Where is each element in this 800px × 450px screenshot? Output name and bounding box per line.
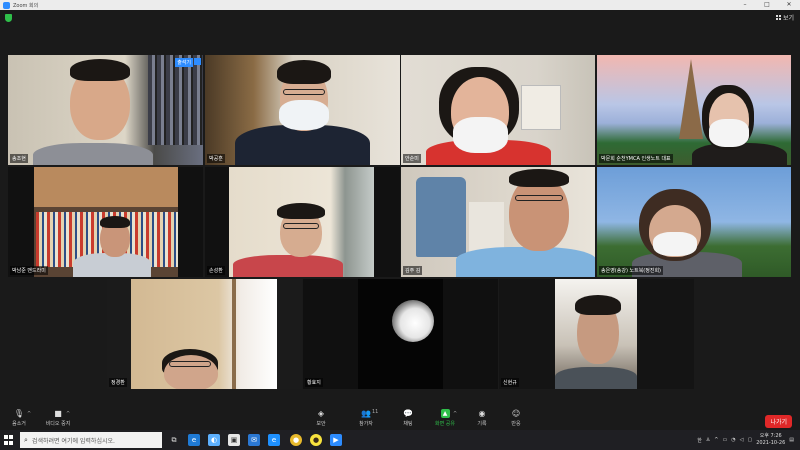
people-icon[interactable]: ♙ xyxy=(706,437,710,443)
windows-start-icon[interactable] xyxy=(4,435,14,445)
view-button[interactable]: 보기 xyxy=(775,13,794,22)
video-tile-10[interactable]: 황효지 xyxy=(303,279,498,389)
participant-name: 손성환 xyxy=(207,266,225,275)
video-tile-6[interactable]: 손성환 xyxy=(205,167,400,277)
taskbar-clock[interactable]: 오후 7:26 2021-10-26 xyxy=(756,433,785,447)
chat-button[interactable]: 💬 채팅 xyxy=(392,409,424,427)
security-button[interactable]: ◈ 보안 xyxy=(305,409,337,427)
reactions-button[interactable]: ☺ 반응 xyxy=(500,409,532,427)
internet-explorer-icon[interactable]: e xyxy=(268,434,280,446)
participants-icon: 👥 xyxy=(361,409,371,418)
chat-bubble-icon: 💬 xyxy=(403,409,413,418)
title-bar: Zoom 회의 – □ ✕ xyxy=(0,0,800,10)
video-camera-icon: ■ xyxy=(54,409,62,418)
input-language-indicator[interactable]: 한 xyxy=(697,437,702,444)
zoom-taskbar-icon[interactable]: ▶ xyxy=(330,434,342,446)
taskbar-search-box[interactable]: ⌕ 검색하려면 여기에 입력하십시오. xyxy=(20,432,162,448)
zoom-app-icon xyxy=(3,1,10,9)
participant-name: 송은영(송강) 노트북(정진희) xyxy=(599,266,663,275)
clock-time: 오후 7:26 xyxy=(759,433,782,439)
participants-button[interactable]: 👥 참가자 11 xyxy=(350,409,382,427)
stop-video-button[interactable]: ■ 비디오 중지 ^ xyxy=(42,409,74,427)
participant-name: 박공훈 xyxy=(207,154,225,163)
mail-icon[interactable]: ✉ xyxy=(248,434,260,446)
tray-overflow-icon[interactable]: ^ xyxy=(714,437,718,443)
video-tile-11[interactable]: 신현규 xyxy=(499,279,694,389)
participant-name: 황효지 xyxy=(305,378,323,387)
kakaotalk-icon[interactable]: ● xyxy=(310,434,322,446)
participant-name: 박문희 순천YMCA 인생노트 대표 xyxy=(599,154,673,163)
chrome-icon[interactable]: ● xyxy=(290,434,302,446)
participant-name: 김주 김 xyxy=(403,266,423,275)
video-tile-2[interactable]: 박공훈 xyxy=(205,55,400,165)
share-screen-icon: ▲ xyxy=(440,409,450,418)
share-options-caret-icon[interactable]: ^ xyxy=(453,411,457,417)
minimize-button[interactable]: – xyxy=(734,0,756,10)
windows-taskbar: ⌕ 검색하려면 여기에 입력하십시오. ⧉ e ◐ ▣ ✉ e ● ● ▶ 한 … xyxy=(0,430,800,450)
store-icon[interactable]: ▣ xyxy=(228,434,240,446)
volume-icon[interactable]: ◁ xyxy=(740,437,744,443)
wifi-icon[interactable]: ◔ xyxy=(731,437,735,443)
mute-button[interactable]: 🎙 음소거 ^ xyxy=(3,409,35,427)
maximize-button[interactable]: □ xyxy=(756,0,778,10)
leave-meeting-button[interactable]: 나가기 xyxy=(765,415,792,428)
reaction-emoji-icon: ☺ xyxy=(511,409,521,418)
share-screen-button[interactable]: ▲ 화면 공유 ^ xyxy=(429,409,461,427)
participant-name: 안순미 xyxy=(403,154,421,163)
display-icon[interactable]: ▢ xyxy=(747,437,752,443)
participant-name: 송조현 xyxy=(10,154,28,163)
video-tile-3[interactable]: 안순미 xyxy=(401,55,595,165)
video-tile-1[interactable]: 출석기 송조현 xyxy=(8,55,203,165)
video-tile-8[interactable]: 송은영(송강) 노트북(정진희) xyxy=(597,167,791,277)
record-button[interactable]: ◉ 기록 xyxy=(466,409,498,427)
widgets-icon[interactable]: ◐ xyxy=(208,434,220,446)
edge-browser-icon[interactable]: e xyxy=(188,434,200,446)
battery-icon[interactable]: ▭ xyxy=(723,437,728,443)
view-button-label: 보기 xyxy=(782,15,794,22)
participant-name: 정경환 xyxy=(109,378,127,387)
security-shield-icon: ◈ xyxy=(317,409,325,418)
participant-count: 11 xyxy=(372,409,379,415)
grid-view-icon xyxy=(775,15,781,20)
video-tile-7[interactable]: 김주 김 xyxy=(401,167,595,277)
task-view-icon[interactable]: ⧉ xyxy=(168,434,180,446)
pin-icon[interactable] xyxy=(194,58,201,65)
participant-name: 신현규 xyxy=(501,378,519,387)
role-badge: 출석기 xyxy=(175,58,193,67)
microphone-icon: 🎙 xyxy=(13,409,25,418)
window-title: Zoom 회의 xyxy=(13,2,39,9)
meeting-top-bar: 보기 xyxy=(0,10,800,28)
encryption-shield-icon[interactable] xyxy=(5,14,12,22)
participant-name: 박남준 맨드라미 xyxy=(10,266,48,275)
close-button[interactable]: ✕ xyxy=(778,0,800,10)
search-icon: ⌕ xyxy=(24,435,28,444)
meeting-toolbar: 🎙 음소거 ^ ■ 비디오 중지 ^ ◈ 보안 👥 참가자 11 💬 채팅 ▲ … xyxy=(0,406,800,430)
clock-date: 2021-10-26 xyxy=(756,440,786,446)
video-tile-5[interactable]: 박남준 맨드라미 xyxy=(8,167,203,277)
notification-center-icon[interactable]: ▤ xyxy=(789,437,794,443)
video-options-caret-icon[interactable]: ^ xyxy=(66,411,70,417)
record-icon: ◉ xyxy=(478,409,486,418)
audio-options-caret-icon[interactable]: ^ xyxy=(27,411,31,417)
system-tray: 한 ♙ ^ ▭ ◔ ◁ ▢ 오후 7:26 2021-10-26 ▤ xyxy=(697,430,800,450)
video-tile-9[interactable]: 정경환 xyxy=(107,279,302,389)
video-tile-4[interactable]: 박문희 순천YMCA 인생노트 대표 xyxy=(597,55,791,165)
